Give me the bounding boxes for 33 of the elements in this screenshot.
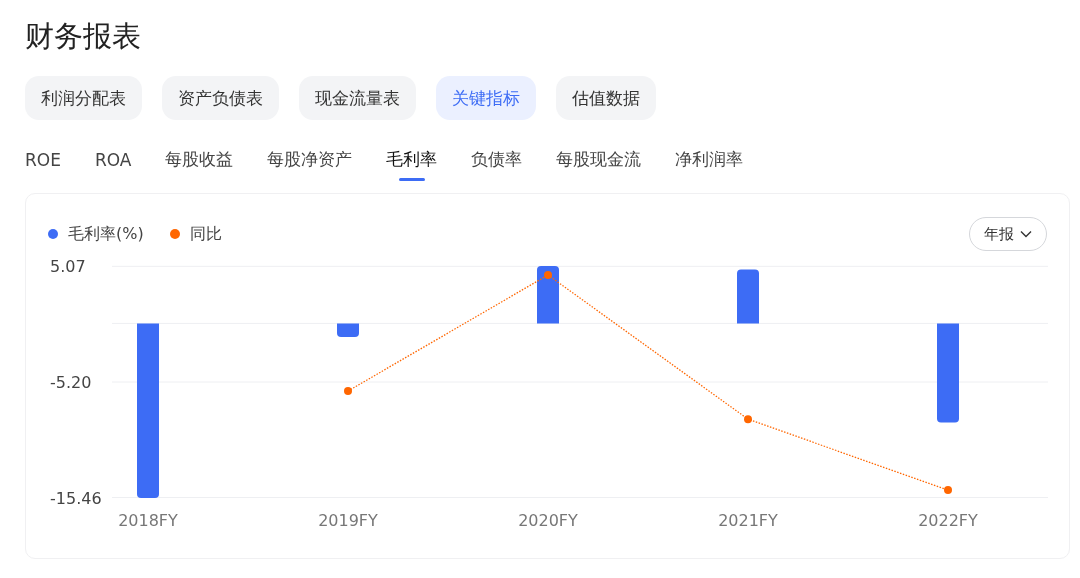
x-axis-label: 2020FY: [518, 511, 578, 530]
metric-tab[interactable]: 每股收益: [163, 142, 236, 183]
y-axis-label: -15.46: [50, 488, 102, 508]
point: [344, 387, 352, 396]
report-tab[interactable]: 资产负债表: [162, 76, 279, 120]
y-axis-label: 5.07: [50, 258, 86, 277]
point: [544, 271, 552, 280]
metric-tab[interactable]: ROE: [23, 142, 63, 183]
bar: [737, 269, 759, 324]
report-tab[interactable]: 利润分配表: [25, 76, 142, 120]
metric-tab[interactable]: 毛利率: [384, 142, 440, 183]
metric-tab[interactable]: 每股现金流: [554, 142, 644, 183]
report-tab[interactable]: 估值数据: [556, 76, 656, 120]
legend-label: 毛利率(%): [68, 223, 144, 245]
x-axis-label: 2021FY: [718, 511, 778, 530]
bar: [337, 323, 359, 337]
metric-tab[interactable]: ROA: [92, 142, 134, 183]
point: [944, 486, 952, 495]
report-tab[interactable]: 现金流量表: [299, 76, 416, 120]
x-axis-label: 2018FY: [118, 511, 178, 530]
point: [744, 415, 752, 424]
y-axis-label: -5.20: [50, 373, 92, 392]
bar: [537, 266, 559, 324]
metric-tab[interactable]: 每股净资产: [265, 142, 355, 183]
chevron-icon: [1020, 230, 1032, 238]
legend-label: 同比: [189, 223, 222, 245]
report-tab[interactable]: 关键指标: [436, 76, 536, 120]
metric-tab[interactable]: 净利润率: [673, 142, 746, 183]
page-title: 财务报表: [25, 18, 141, 55]
x-axis-label: 2022FY: [918, 511, 978, 530]
x-axis-label: 2019FY: [318, 511, 378, 530]
period-dropdown[interactable]: 年报: [969, 217, 1047, 251]
metric-tab[interactable]: 负债率: [469, 142, 525, 183]
